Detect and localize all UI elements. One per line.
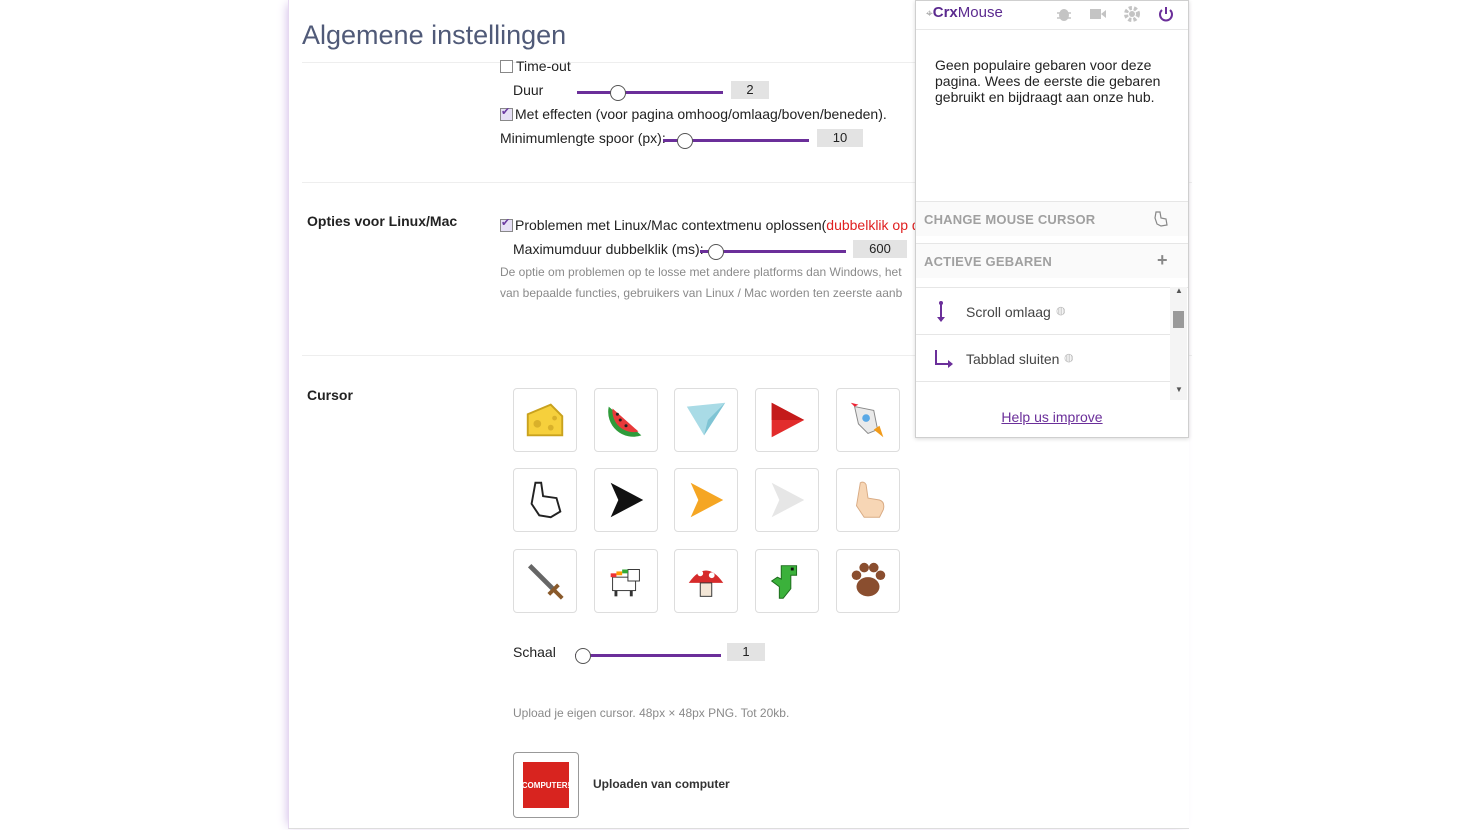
gesture-label: Tabblad sluiten bbox=[966, 351, 1060, 367]
gesture-item[interactable]: Scroll omlaag ◍ bbox=[916, 288, 1170, 335]
scroll-up-icon[interactable]: ▲ bbox=[1175, 286, 1183, 295]
computer-logo: COMPUTER! bbox=[522, 762, 570, 808]
linux-fix-hint: dubbelklik op de bbox=[826, 217, 928, 233]
duur-label: Duur bbox=[513, 82, 544, 98]
unicorn-icon bbox=[610, 569, 640, 597]
effects-label: Met effecten (voor pagina omhoog/omlaag/… bbox=[515, 106, 887, 122]
cursor-red-arrow[interactable] bbox=[755, 388, 819, 452]
upload-button[interactable]: Uploaden van computer bbox=[593, 777, 730, 791]
sword-icon bbox=[527, 563, 564, 600]
cursor-pixel-hand[interactable] bbox=[513, 468, 577, 532]
cursor-logo-icon: ⌖ bbox=[926, 6, 933, 20]
timeout-label: Time-out bbox=[516, 58, 571, 74]
globe-icon: ◍ bbox=[1064, 352, 1074, 364]
upload-preview[interactable]: COMPUTER! bbox=[513, 752, 579, 818]
duur-slider-track[interactable] bbox=[577, 91, 723, 94]
popup-header: ⌖CrxMouse bbox=[916, 1, 1188, 30]
cheese-icon bbox=[526, 403, 564, 437]
cursor-change-icon bbox=[1154, 211, 1168, 227]
cursor-dinosaur[interactable] bbox=[755, 549, 819, 613]
scroll-down-icon[interactable]: ▼ bbox=[1175, 385, 1183, 394]
cursor-watermelon[interactable] bbox=[594, 388, 658, 452]
scale-label: Schaal bbox=[513, 644, 556, 660]
dinosaur-icon bbox=[770, 565, 798, 599]
power-icon[interactable] bbox=[1157, 5, 1175, 23]
cursor-paper-plane[interactable] bbox=[674, 388, 738, 452]
cursor-mushroom[interactable] bbox=[674, 549, 738, 613]
active-gestures-row: ACTIEVE GEBAREN + bbox=[916, 243, 1188, 278]
mushroom-icon bbox=[688, 570, 724, 597]
paw-icon bbox=[851, 562, 886, 597]
change-cursor-label: CHANGE MOUSE CURSOR bbox=[924, 212, 1096, 227]
video-icon[interactable] bbox=[1089, 5, 1107, 23]
timeout-checkbox[interactable] bbox=[500, 60, 513, 73]
hand-pointer-icon bbox=[855, 481, 885, 518]
pixel-hand-icon bbox=[530, 481, 562, 519]
arrow-down-icon bbox=[937, 301, 945, 322]
orange-arrow-icon bbox=[690, 482, 724, 518]
popup-message: Geen populaire gebaren voor deze pagina.… bbox=[935, 57, 1161, 105]
cursor-unicorn[interactable] bbox=[594, 549, 658, 613]
scrollbar-thumb[interactable] bbox=[1173, 311, 1184, 328]
cursor-orange-arrow[interactable] bbox=[674, 468, 738, 532]
bug-icon[interactable] bbox=[1055, 5, 1073, 23]
black-arrow-icon bbox=[610, 482, 644, 518]
linux-fix-checkbox[interactable] bbox=[500, 216, 513, 232]
minlength-slider-knob[interactable] bbox=[677, 133, 693, 149]
scale-slider-track[interactable] bbox=[575, 654, 721, 657]
rocket-icon bbox=[850, 402, 884, 438]
cursor-white-arrow[interactable] bbox=[755, 468, 819, 532]
gesture-item[interactable]: Tabblad sluiten ◍ bbox=[916, 335, 1170, 382]
maxdouble-label: Maximumduur dubbelklik (ms): bbox=[513, 241, 704, 257]
active-gestures-label: ACTIEVE GEBAREN bbox=[924, 254, 1052, 269]
minlength-label: Minimumlengte spoor (px): bbox=[500, 130, 666, 146]
add-gesture-icon[interactable]: + bbox=[1157, 250, 1168, 271]
cursor-rocket[interactable] bbox=[836, 388, 900, 452]
watermelon-icon bbox=[608, 406, 642, 437]
scale-value: 1 bbox=[727, 643, 765, 661]
globe-icon: ◍ bbox=[1056, 305, 1066, 317]
upload-hint: Upload je eigen cursor. 48px × 48px PNG.… bbox=[513, 706, 790, 720]
cursor-cheese[interactable] bbox=[513, 388, 577, 452]
cursor-black-arrow[interactable] bbox=[594, 468, 658, 532]
linux-description-1: De optie om problemen op te losse met an… bbox=[500, 265, 902, 279]
gesture-scrollbar[interactable]: ▲ ▼ bbox=[1170, 286, 1187, 400]
crxmouse-popup: ⌖CrxMouse Geen populaire gebaren voor de… bbox=[915, 0, 1189, 438]
minlength-value: 10 bbox=[817, 129, 863, 147]
cursor-hand-pointer[interactable] bbox=[836, 468, 900, 532]
red-arrow-icon bbox=[771, 402, 805, 438]
crxmouse-logo: ⌖CrxMouse bbox=[926, 4, 1003, 21]
duur-value: 2 bbox=[731, 81, 769, 99]
scale-slider-knob[interactable] bbox=[575, 648, 591, 664]
linux-section-label: Opties voor Linux/Mac bbox=[307, 213, 458, 229]
page-title: Algemene instellingen bbox=[302, 20, 567, 50]
linux-description-2: van bepaalde functies, gebruikers van Li… bbox=[500, 286, 903, 300]
maxdouble-slider-knob[interactable] bbox=[708, 244, 724, 260]
maxdouble-value: 600 bbox=[853, 240, 907, 258]
white-arrow-icon bbox=[771, 482, 805, 518]
linux-fix-label: Problemen met Linux/Mac contextmenu oplo… bbox=[515, 217, 928, 233]
duur-slider-knob[interactable] bbox=[610, 85, 626, 101]
change-cursor-row[interactable]: CHANGE MOUSE CURSOR bbox=[916, 201, 1188, 236]
effects-checkbox[interactable] bbox=[500, 105, 513, 121]
gesture-list: Scroll omlaag ◍ Tabblad sluiten ◍ bbox=[916, 287, 1188, 401]
gear-icon[interactable] bbox=[1123, 5, 1141, 23]
help-improve-link[interactable]: Help us improve bbox=[916, 409, 1188, 425]
cursor-paw[interactable] bbox=[836, 549, 900, 613]
gesture-label: Scroll omlaag bbox=[966, 304, 1051, 320]
cursor-sword[interactable] bbox=[513, 549, 577, 613]
paper-plane-icon bbox=[686, 402, 726, 436]
down-right-icon bbox=[935, 350, 953, 368]
cursor-section-label: Cursor bbox=[307, 387, 353, 403]
